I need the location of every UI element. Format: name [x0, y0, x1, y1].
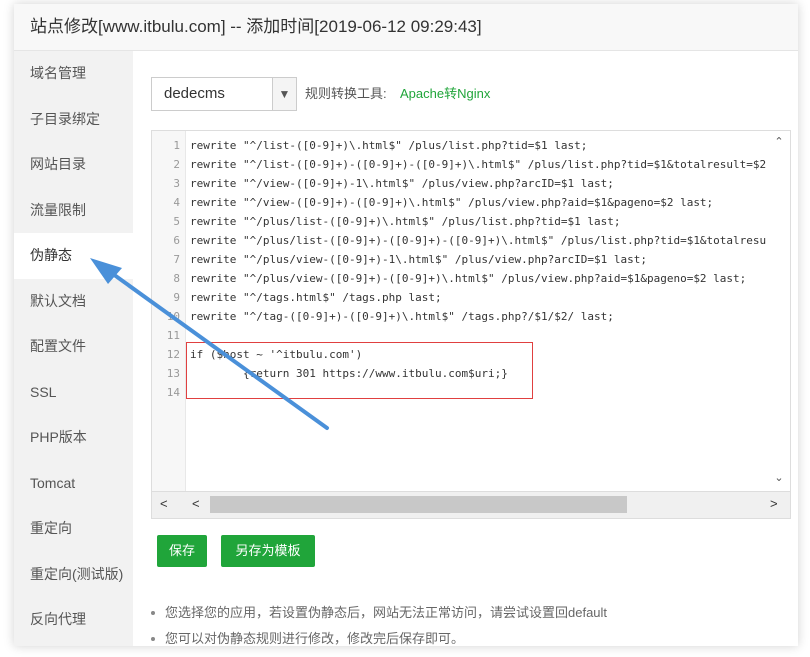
- rewrite-template-select[interactable]: dedecms ▼: [151, 77, 297, 111]
- chevron-down-icon[interactable]: ⌄: [771, 471, 787, 484]
- sidebar-item-config-file[interactable]: 配置文件: [14, 324, 133, 370]
- code-line: 6 rewrite "^/plus/list-([0-9]+)-([0-9]+)-…: [173, 234, 767, 247]
- sidebar-item-reverse-proxy[interactable]: 反向代理: [14, 597, 133, 643]
- sidebar-item-tomcat[interactable]: Tomcat: [14, 461, 133, 507]
- code-line: 3 rewrite "^/view-([0-9]+)-1\.html$" /plu…: [173, 177, 614, 190]
- code-line: 1 rewrite "^/list-([0-9]+)\.html$" /plus/…: [173, 139, 588, 152]
- code-line: 8 rewrite "^/plus/view-([0-9]+)-([0-9]+)\…: [173, 272, 747, 285]
- apache-to-nginx-link[interactable]: Apache转Nginx: [400, 77, 490, 111]
- help-tips: 您选择您的应用，若设置伪静态后，网站无法正常访问，请尝试设置回default 您…: [151, 601, 797, 646]
- sidebar-item-redirect[interactable]: 重定向: [14, 506, 133, 552]
- chevron-left-icon[interactable]: <: [192, 496, 200, 511]
- site-settings-dialog: 站点修改[www.itbulu.com] -- 添加时间[2019-06-12 …: [14, 4, 798, 646]
- sidebar-item-redirect-beta[interactable]: 重定向(测试版): [14, 552, 133, 598]
- sidebar-item-site-dir[interactable]: 网站目录: [14, 142, 133, 188]
- main-panel: dedecms ▼ 规则转换工具: Apache转Nginx 1 rewrite …: [151, 51, 798, 646]
- code-line: 4 rewrite "^/view-([0-9]+)-([0-9]+)\.html…: [173, 196, 714, 209]
- code-line: 7 rewrite "^/plus/view-([0-9]+)-1\.html$"…: [173, 253, 647, 266]
- dialog-title: 站点修改[www.itbulu.com] -- 添加时间[2019-06-12 …: [14, 4, 798, 51]
- sidebar-item-php-version[interactable]: PHP版本: [14, 415, 133, 461]
- sidebar-item-traffic-limit[interactable]: 流量限制: [14, 188, 133, 234]
- tip-item: 您选择您的应用，若设置伪静态后，网站无法正常访问，请尝试设置回default: [151, 601, 797, 627]
- sidebar: 域名管理 子目录绑定 网站目录 流量限制 伪静态 默认文档 配置文件 SSL P…: [14, 51, 133, 646]
- highlight-box: [186, 342, 533, 399]
- code-line: 10 rewrite "^/tag-([0-9]+)-([0-9]+)\.html…: [166, 310, 614, 323]
- rewrite-toolbar: dedecms ▼ 规则转换工具: Apache转Nginx: [151, 77, 791, 111]
- vertical-scrollbar[interactable]: ⌃ ⌄: [768, 131, 790, 491]
- sidebar-item-subdir-bind[interactable]: 子目录绑定: [14, 97, 133, 143]
- converter-label: 规则转换工具:: [305, 86, 387, 101]
- tip-item: 您可以对伪静态规则进行修改，修改完后保存即可。: [151, 627, 797, 646]
- rewrite-code-editor[interactable]: 1 rewrite "^/list-([0-9]+)\.html$" /plus/…: [151, 130, 791, 519]
- save-as-template-button[interactable]: 另存为模板: [221, 535, 315, 567]
- chevron-right-icon[interactable]: >: [770, 496, 778, 511]
- chevron-down-icon[interactable]: ▼: [272, 78, 296, 110]
- code-line: 5 rewrite "^/plus/list-([0-9]+)\.html$" /…: [173, 215, 621, 228]
- chevron-up-icon[interactable]: ⌃: [771, 135, 787, 148]
- horizontal-scrollbar[interactable]: < < >: [152, 491, 790, 518]
- sidebar-item-ssl[interactable]: SSL: [14, 370, 133, 416]
- code-line: 9 rewrite "^/tags.html$" /tags.php last;: [173, 291, 442, 304]
- code-line: 2 rewrite "^/list-([0-9]+)-([0-9]+)-([0-9…: [173, 158, 767, 171]
- scrollbar-thumb[interactable]: [210, 496, 627, 513]
- save-button[interactable]: 保存: [157, 535, 207, 567]
- sidebar-item-domain[interactable]: 域名管理: [14, 51, 133, 97]
- chevron-left-icon[interactable]: <: [160, 496, 168, 511]
- sidebar-item-default-doc[interactable]: 默认文档: [14, 279, 133, 325]
- sidebar-item-rewrite[interactable]: 伪静态: [14, 233, 133, 279]
- select-value: dedecms: [164, 85, 225, 102]
